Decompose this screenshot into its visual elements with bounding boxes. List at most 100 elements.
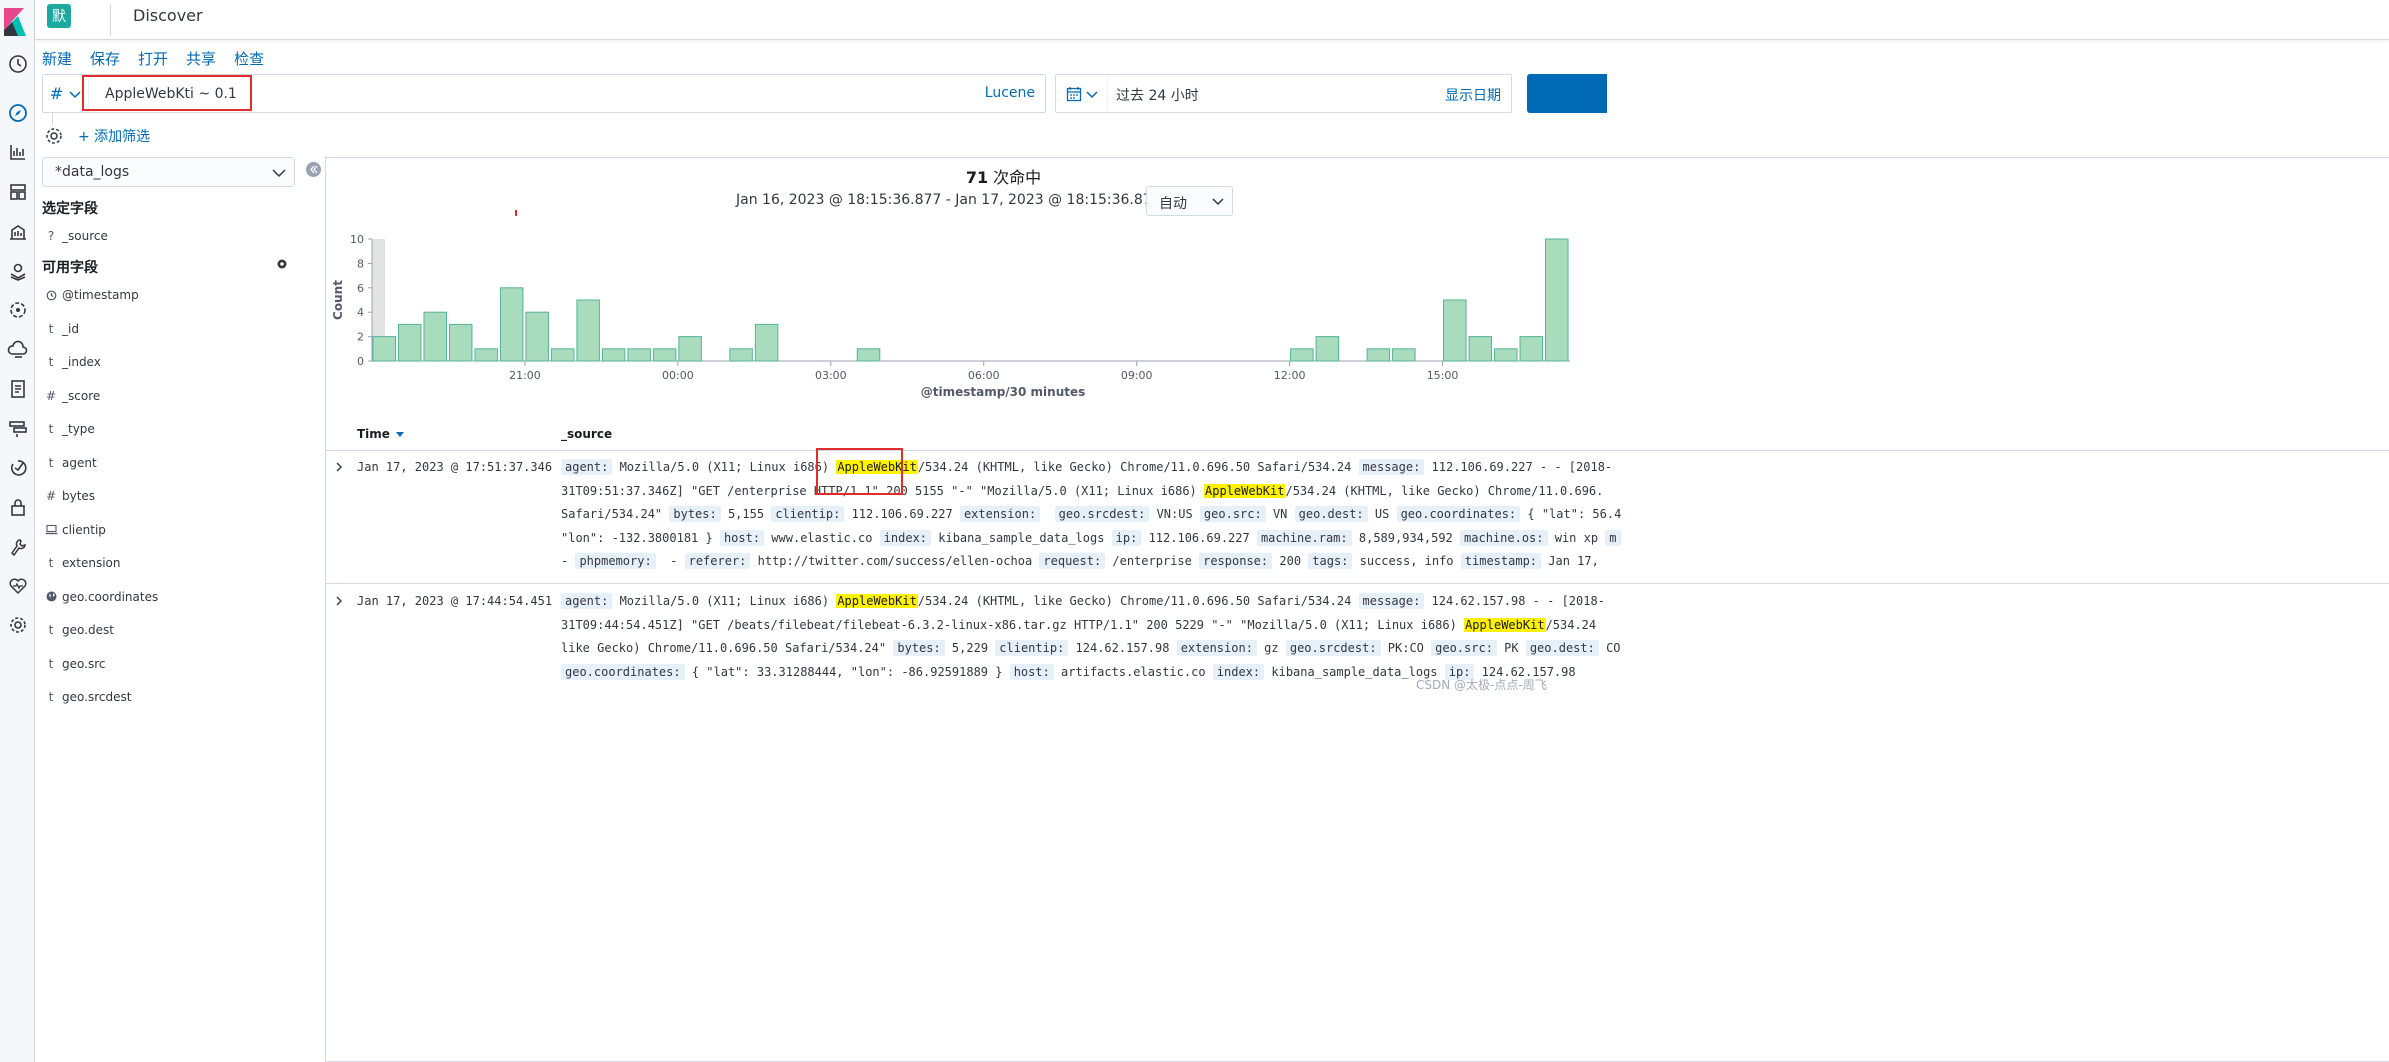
filter-options-gear-icon[interactable] <box>44 126 64 146</box>
new-button[interactable]: 新建 <box>42 48 72 69</box>
field-item[interactable]: # bytes <box>42 486 95 506</box>
field-item[interactable]: t geo.srcdest <box>42 687 132 707</box>
histogram-bar[interactable] <box>1468 336 1493 362</box>
hash-icon: # <box>49 84 64 103</box>
histogram-bar[interactable] <box>499 287 524 362</box>
histogram-bar[interactable] <box>601 348 626 362</box>
chevron-down-icon <box>69 90 81 98</box>
double-chevron-left-icon <box>310 165 318 174</box>
query-language-switcher[interactable]: # <box>43 75 89 112</box>
histogram-bar[interactable] <box>474 348 498 362</box>
date-picker: 过去 24 小时 显示日期 <box>1055 74 1512 113</box>
source-line: Safari/534.24" bytes: 5,155 clientip: 11… <box>561 503 2389 527</box>
field-item[interactable]: geo.coordinates <box>42 587 158 607</box>
field-type-icon: t <box>48 455 54 470</box>
histogram-bar[interactable] <box>1494 348 1518 362</box>
field-type-icon: t <box>48 656 54 671</box>
maps-icon[interactable] <box>4 257 32 285</box>
logs-icon[interactable] <box>4 375 32 403</box>
quick-select-button[interactable] <box>1056 75 1108 112</box>
management-gear-icon[interactable] <box>4 611 32 639</box>
field-type-icon: t <box>48 321 54 336</box>
field-item[interactable]: t _index <box>42 352 101 372</box>
histogram-bar[interactable] <box>1545 238 1569 362</box>
collapse-sidebar-button[interactable] <box>306 162 321 177</box>
field-settings-gear-icon[interactable] <box>276 258 288 270</box>
field-item[interactable]: @timestamp <box>42 285 139 305</box>
kibana-logo-icon[interactable] <box>4 8 28 36</box>
field-item[interactable]: t extension <box>42 553 121 573</box>
histogram-bar[interactable] <box>576 299 600 362</box>
app-header: 默 Discover <box>35 0 2389 40</box>
share-button[interactable]: 共享 <box>186 48 216 69</box>
histogram-bar[interactable] <box>678 336 702 362</box>
show-dates-link[interactable]: 显示日期 <box>1445 85 1501 105</box>
field-item[interactable]: t _id <box>42 319 79 339</box>
index-pattern-select[interactable]: *data_logs <box>42 157 295 187</box>
field-value: 112.106.69.227 - - [2018- <box>1424 460 1613 474</box>
space-avatar[interactable]: 默 <box>47 4 71 28</box>
open-button[interactable]: 打开 <box>138 48 168 69</box>
refresh-button[interactable] <box>1527 74 1607 113</box>
histogram-bar[interactable] <box>550 348 575 362</box>
security-lock-icon[interactable] <box>4 493 32 521</box>
clock-icon[interactable] <box>4 50 32 78</box>
apm-icon[interactable] <box>4 415 32 443</box>
histogram-bar[interactable] <box>423 311 447 362</box>
x-tick-label: 12:00 <box>1274 369 1306 382</box>
histogram-bar[interactable] <box>448 323 473 362</box>
x-tick-label: 03:00 <box>815 369 847 382</box>
add-filter-button[interactable]: + 添加筛选 <box>78 126 150 146</box>
histogram-bar[interactable] <box>1519 336 1544 362</box>
row-source: agent: Mozilla/5.0 (X11; Linux i686) App… <box>561 456 2389 574</box>
histogram-bar[interactable] <box>652 348 677 362</box>
field-item[interactable]: clientip <box>42 520 106 540</box>
field-item[interactable]: t _type <box>42 419 95 439</box>
field-key: host: <box>1009 663 1054 680</box>
uptime-icon[interactable] <box>4 454 32 482</box>
field-item[interactable]: ? _source <box>42 226 108 246</box>
histogram-bar[interactable] <box>1366 348 1391 362</box>
time-column-header[interactable]: Time <box>357 427 405 441</box>
expand-row-chevron-icon[interactable] <box>334 462 344 472</box>
histogram-bar[interactable] <box>1290 348 1314 362</box>
field-item[interactable]: # _score <box>42 386 100 406</box>
field-item[interactable]: t geo.dest <box>42 620 114 640</box>
histogram-bar[interactable] <box>1392 348 1416 362</box>
field-name: bytes <box>62 489 96 503</box>
histogram-bar[interactable] <box>729 348 753 362</box>
inspect-button[interactable]: 检查 <box>234 48 264 69</box>
row-divider <box>325 583 2389 584</box>
field-item[interactable]: t agent <box>42 453 97 473</box>
field-item[interactable]: t geo.src <box>42 654 106 674</box>
canvas-icon[interactable] <box>4 218 32 246</box>
visualize-icon[interactable] <box>4 138 32 166</box>
sort-desc-icon[interactable] <box>396 430 405 438</box>
histogram-chart[interactable]: 0 2 4 6 8 10 21:00 00:00 03:00 06:00 09:00 12:00 15:… <box>325 200 1570 410</box>
discover-compass-icon[interactable] <box>4 99 32 127</box>
histogram-bar[interactable] <box>397 323 422 362</box>
dev-tools-wrench-icon[interactable] <box>4 533 32 561</box>
x-tick-label: 06:00 <box>968 369 1000 382</box>
histogram-bar[interactable] <box>754 323 779 362</box>
dashboard-icon[interactable] <box>4 178 32 206</box>
histogram-bar[interactable] <box>1443 299 1467 362</box>
save-button[interactable]: 保存 <box>90 48 120 69</box>
field-value: like Gecko) Chrome/11.0.696.50 Safari/53… <box>561 641 894 656</box>
expand-row-chevron-icon[interactable] <box>334 596 344 606</box>
field-name: geo.src <box>62 656 106 671</box>
monitoring-heartbeat-icon[interactable] <box>4 572 32 600</box>
histogram-bar[interactable] <box>372 336 396 362</box>
infrastructure-icon[interactable] <box>4 336 32 364</box>
histogram-bar[interactable] <box>627 348 651 362</box>
source-line: - phpmemory: - referer: http://twitter.c… <box>561 550 2389 574</box>
histogram-bar[interactable] <box>525 311 549 362</box>
field-value: 124.62.157.98 - - [2018- <box>1424 594 1605 608</box>
histogram-bar[interactable] <box>1315 336 1340 362</box>
histogram-bar[interactable] <box>856 348 881 362</box>
time-range-label[interactable]: 过去 24 小时 <box>1116 85 1199 105</box>
search-query-input[interactable] <box>91 75 971 112</box>
ml-icon[interactable] <box>4 296 32 324</box>
query-syntax-label[interactable]: Lucene <box>985 85 1035 101</box>
row-timestamp: Jan 17, 2023 @ 17:44:54.451 <box>357 594 553 608</box>
